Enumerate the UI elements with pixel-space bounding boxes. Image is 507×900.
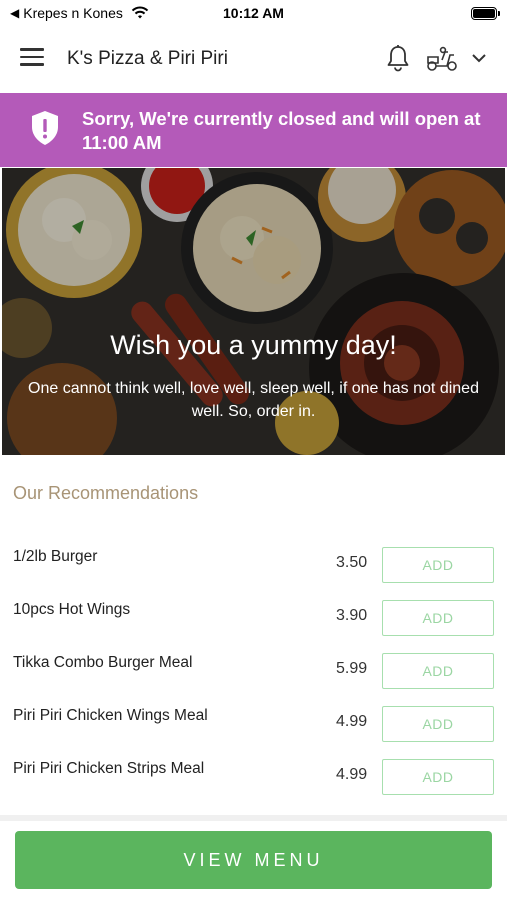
hero-subtitle: One cannot think well, love well, sleep … bbox=[28, 380, 479, 420]
recommendations-title: Our Recommendations bbox=[13, 483, 199, 503]
list-item: 10pcs Hot Wings 3.90 ADD bbox=[0, 588, 507, 641]
item-name: Tikka Combo Burger Meal bbox=[13, 654, 193, 671]
item-price: 4.99 bbox=[336, 766, 368, 783]
recommendations-list: 1/2lb Burger 3.50 ADD 10pcs Hot Wings 3.… bbox=[0, 535, 507, 800]
add-button[interactable]: ADD bbox=[382, 653, 494, 689]
add-button[interactable]: ADD bbox=[382, 547, 494, 583]
app-header: K's Pizza & Piri Piri bbox=[0, 28, 507, 92]
item-price: 3.50 bbox=[336, 554, 368, 571]
list-item: Tikka Combo Burger Meal 5.99 ADD bbox=[0, 641, 507, 694]
closed-banner: Sorry, We're currently closed and will o… bbox=[0, 93, 507, 167]
item-name: Piri Piri Chicken Wings Meal bbox=[13, 707, 208, 724]
bell-icon[interactable] bbox=[385, 44, 411, 72]
chevron-down-icon[interactable] bbox=[469, 48, 489, 68]
item-price: 4.99 bbox=[336, 713, 368, 730]
menu-icon[interactable] bbox=[20, 48, 46, 68]
divider bbox=[0, 815, 507, 821]
battery-icon bbox=[471, 7, 500, 20]
status-time: 10:12 AM bbox=[223, 5, 284, 21]
item-name: Piri Piri Chicken Strips Meal bbox=[13, 760, 205, 777]
item-price: 5.99 bbox=[336, 660, 368, 677]
shield-alert-icon bbox=[32, 111, 58, 145]
list-item: Piri Piri Chicken Strips Meal 4.99 ADD bbox=[0, 747, 507, 800]
list-item: 1/2lb Burger 3.50 ADD bbox=[0, 535, 507, 588]
status-bar: ◀ Krepes n Kones 10:12 AM bbox=[0, 0, 507, 28]
list-item: Piri Piri Chicken Wings Meal 4.99 ADD bbox=[0, 694, 507, 747]
item-name: 1/2lb Burger bbox=[13, 548, 98, 565]
store-name: K's Pizza & Piri Piri bbox=[67, 48, 228, 69]
add-button[interactable]: ADD bbox=[382, 759, 494, 795]
item-name: 10pcs Hot Wings bbox=[13, 601, 131, 618]
delivery-scooter-icon[interactable] bbox=[425, 46, 459, 72]
view-menu-button[interactable]: VIEW MENU bbox=[15, 831, 492, 889]
add-button[interactable]: ADD bbox=[382, 600, 494, 636]
add-button[interactable]: ADD bbox=[382, 706, 494, 742]
item-price: 3.90 bbox=[336, 607, 368, 624]
closed-message: Sorry, We're currently closed and will o… bbox=[82, 108, 481, 153]
hero-title: Wish you a yummy day! bbox=[110, 330, 397, 360]
hero-banner: Wish you a yummy day! One cannot think w… bbox=[2, 168, 505, 455]
